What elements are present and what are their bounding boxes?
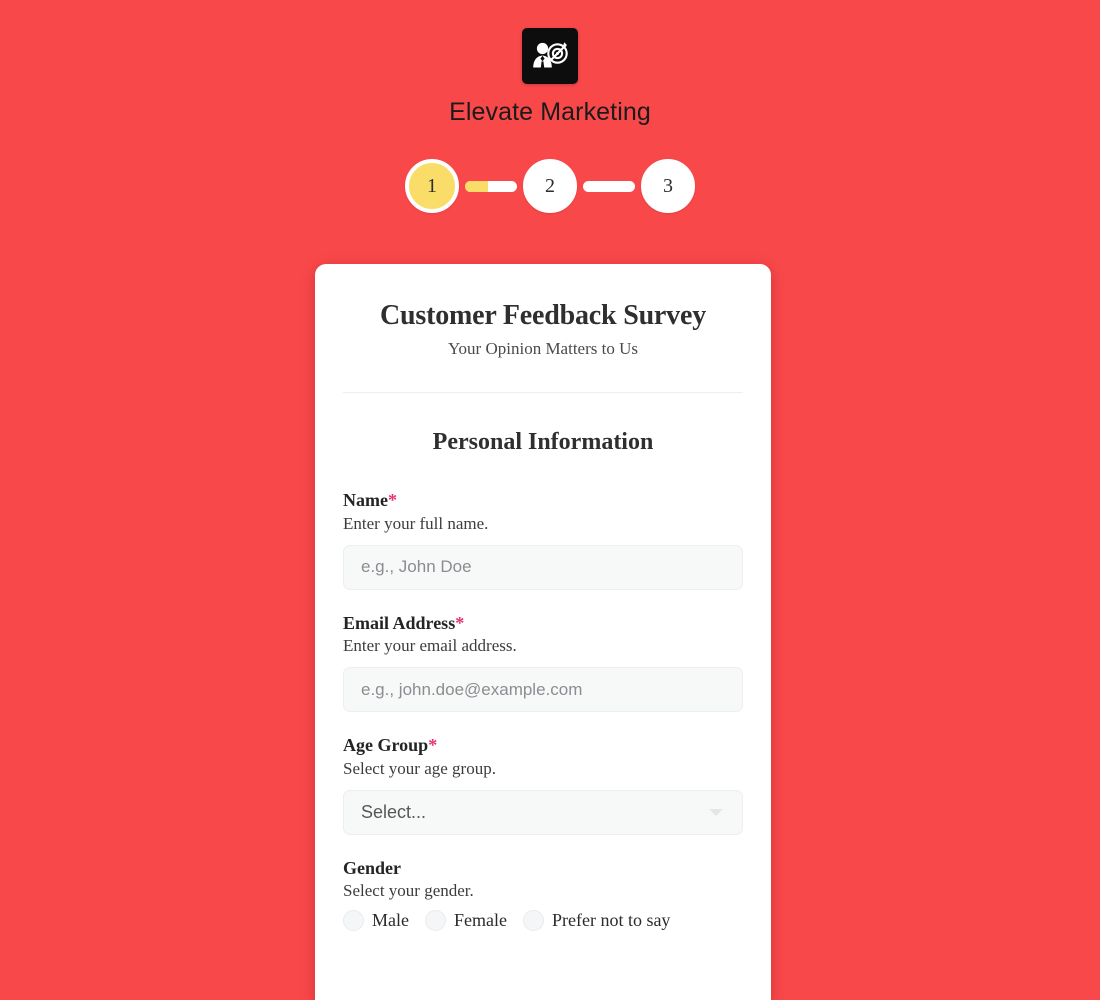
step-connector-2 [583, 180, 635, 192]
gender-option-female[interactable]: Female [424, 910, 507, 932]
gender-option-male[interactable]: Male [343, 910, 409, 932]
field-name-label: Name* [343, 489, 743, 512]
field-name-label-text: Name [343, 490, 388, 510]
field-age-group-label: Age Group* [343, 734, 743, 757]
step-3[interactable]: 3 [641, 159, 695, 213]
field-age-group: Age Group* Select your age group. Select… [343, 734, 743, 835]
header-divider [343, 392, 743, 393]
field-age-group-required-marker: * [428, 735, 438, 756]
gender-option-prefer-not-to-say-label: Prefer not to say [551, 910, 671, 931]
field-name-help: Enter your full name. [343, 513, 489, 533]
step-connector-1 [465, 180, 517, 192]
field-gender-label-text: Gender [343, 857, 401, 878]
step-3-label: 3 [663, 174, 673, 197]
section-title: Personal Information [432, 429, 654, 455]
page-title: Customer Feedback Survey [380, 300, 706, 331]
survey-page: Elevate Marketing 1 2 3 Customer Feedbac… [0, 0, 1100, 1000]
name-input[interactable]: e.g., John Doe [343, 544, 743, 590]
step-1[interactable]: 1 [405, 159, 459, 213]
age-group-select[interactable]: Select... [343, 789, 743, 835]
field-name-required-marker: * [387, 490, 397, 510]
step-connector-1-fill [465, 180, 489, 192]
page-subtitle: Your Opinion Matters to Us [447, 339, 638, 358]
brand-header: Elevate Marketing [0, 0, 1100, 127]
field-age-group-help: Select your age group. [343, 758, 496, 778]
gender-option-prefer-not-to-say[interactable]: Prefer not to say [522, 910, 671, 932]
gender-option-male-label: Male [372, 910, 409, 931]
gender-option-female-label: Female [453, 910, 507, 931]
field-name: Name* Enter your full name. e.g., John D… [343, 489, 743, 590]
radio-icon[interactable] [522, 910, 544, 932]
step-indicator: 1 2 3 [0, 159, 1100, 213]
field-email-label-text: Email Address [343, 612, 456, 633]
gender-radio-group: Male Female Prefer not to say [343, 910, 743, 932]
field-gender: Gender Select your gender. Male Female P… [343, 857, 743, 932]
field-age-group-label-text: Age Group [343, 735, 429, 756]
age-group-select-value: Select... [361, 801, 427, 822]
step-2[interactable]: 2 [523, 159, 577, 213]
field-gender-help: Select your gender. [343, 881, 474, 901]
field-gender-label: Gender [343, 857, 743, 880]
radio-icon[interactable] [343, 910, 364, 932]
field-email-label: Email Address* [343, 612, 743, 635]
step-1-label: 1 [427, 174, 437, 197]
chevron-down-icon [709, 808, 723, 816]
marketer-target-icon [522, 28, 578, 84]
email-input[interactable]: e.g., john.doe@example.com [343, 667, 743, 713]
radio-icon[interactable] [424, 910, 446, 932]
field-email-help: Enter your email address. [343, 636, 517, 656]
brand-name: Elevate Marketing [449, 98, 651, 126]
field-email-required-marker: * [455, 612, 465, 633]
form-fields: Name* Enter your full name. e.g., John D… [343, 489, 743, 932]
step-2-label: 2 [545, 174, 555, 197]
field-email: Email Address* Enter your email address.… [343, 612, 743, 713]
survey-card: Customer Feedback Survey Your Opinion Ma… [315, 264, 771, 1000]
